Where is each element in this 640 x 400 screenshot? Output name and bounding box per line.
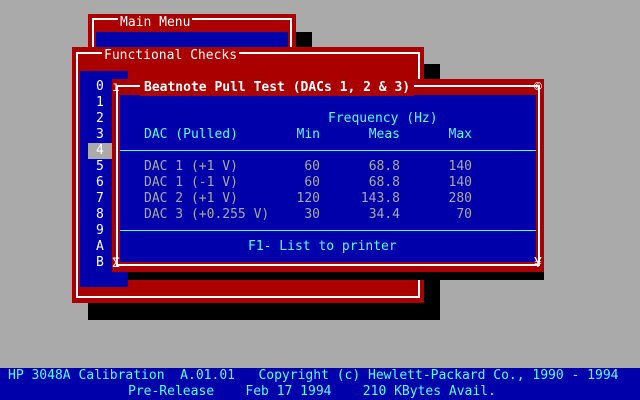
dialog-corner-bottom-right: ¥ — [534, 256, 542, 271]
status-bar-memory: Pre-Release Feb 17 1994 210 KBytes Avail… — [0, 384, 640, 400]
main-menu-window: Main Menu — [88, 14, 296, 54]
cell-min: 30 — [304, 207, 320, 222]
print-list-hint[interactable]: F1- List to printer — [248, 239, 397, 255]
dialog-corner-top-left: ı — [112, 80, 120, 95]
menu-item-0[interactable]: 0 — [88, 79, 112, 95]
menu-item-b[interactable]: B — [88, 255, 112, 271]
menu-item-8[interactable]: 8 — [88, 207, 112, 223]
cell-min: 60 — [304, 159, 320, 174]
cell-meas: 68.8 — [368, 159, 400, 174]
dialog-corner-top-right: © — [534, 80, 542, 95]
column-header-meas: Meas — [368, 127, 400, 142]
beatnote-pull-test-dialog: ı © Σ ¥ Beatnote Pull Test (DACs 1, 2 & … — [112, 79, 544, 272]
main-menu-title: Main Menu — [118, 15, 193, 31]
cell-meas: 68.8 — [368, 175, 400, 190]
functional-checks-title: Functional Checks — [102, 48, 240, 64]
dialog-title: Beatnote Pull Test (DACs 1, 2 & 3) — [140, 80, 415, 96]
cell-meas: 34.4 — [368, 207, 400, 222]
menu-item-1[interactable]: 1 — [88, 95, 112, 111]
column-header-dac: DAC (Pulled) — [144, 127, 238, 142]
column-header-min: Min — [296, 127, 320, 142]
header-divider — [120, 150, 536, 151]
menu-item-2[interactable]: 2 — [88, 111, 112, 127]
menu-item-a[interactable]: A — [88, 239, 112, 255]
cell-max: 140 — [448, 175, 472, 190]
menu-item-6[interactable]: 6 — [88, 175, 112, 191]
menu-item-4[interactable]: 4 — [88, 143, 112, 159]
frequency-group-header: Frequency (Hz) — [328, 111, 438, 126]
cell-min: 120 — [296, 191, 320, 206]
dialog-corner-bottom-left: Σ — [112, 256, 120, 271]
cell-meas: 143.8 — [360, 191, 400, 206]
footer-divider — [120, 230, 536, 231]
cell-max: 280 — [448, 191, 472, 206]
menu-item-3[interactable]: 3 — [88, 127, 112, 143]
cell-min: 60 — [304, 175, 320, 190]
menu-item-5[interactable]: 5 — [88, 159, 112, 175]
column-header-max: Max — [448, 127, 472, 142]
status-bar-copyright: HP 3048A Calibration A.01.01 Copyright (… — [0, 368, 640, 384]
menu-item-9[interactable]: 9 — [88, 223, 112, 239]
menu-item-7[interactable]: 7 — [88, 191, 112, 207]
cell-max: 140 — [448, 159, 472, 174]
cell-max: 70 — [456, 207, 472, 222]
